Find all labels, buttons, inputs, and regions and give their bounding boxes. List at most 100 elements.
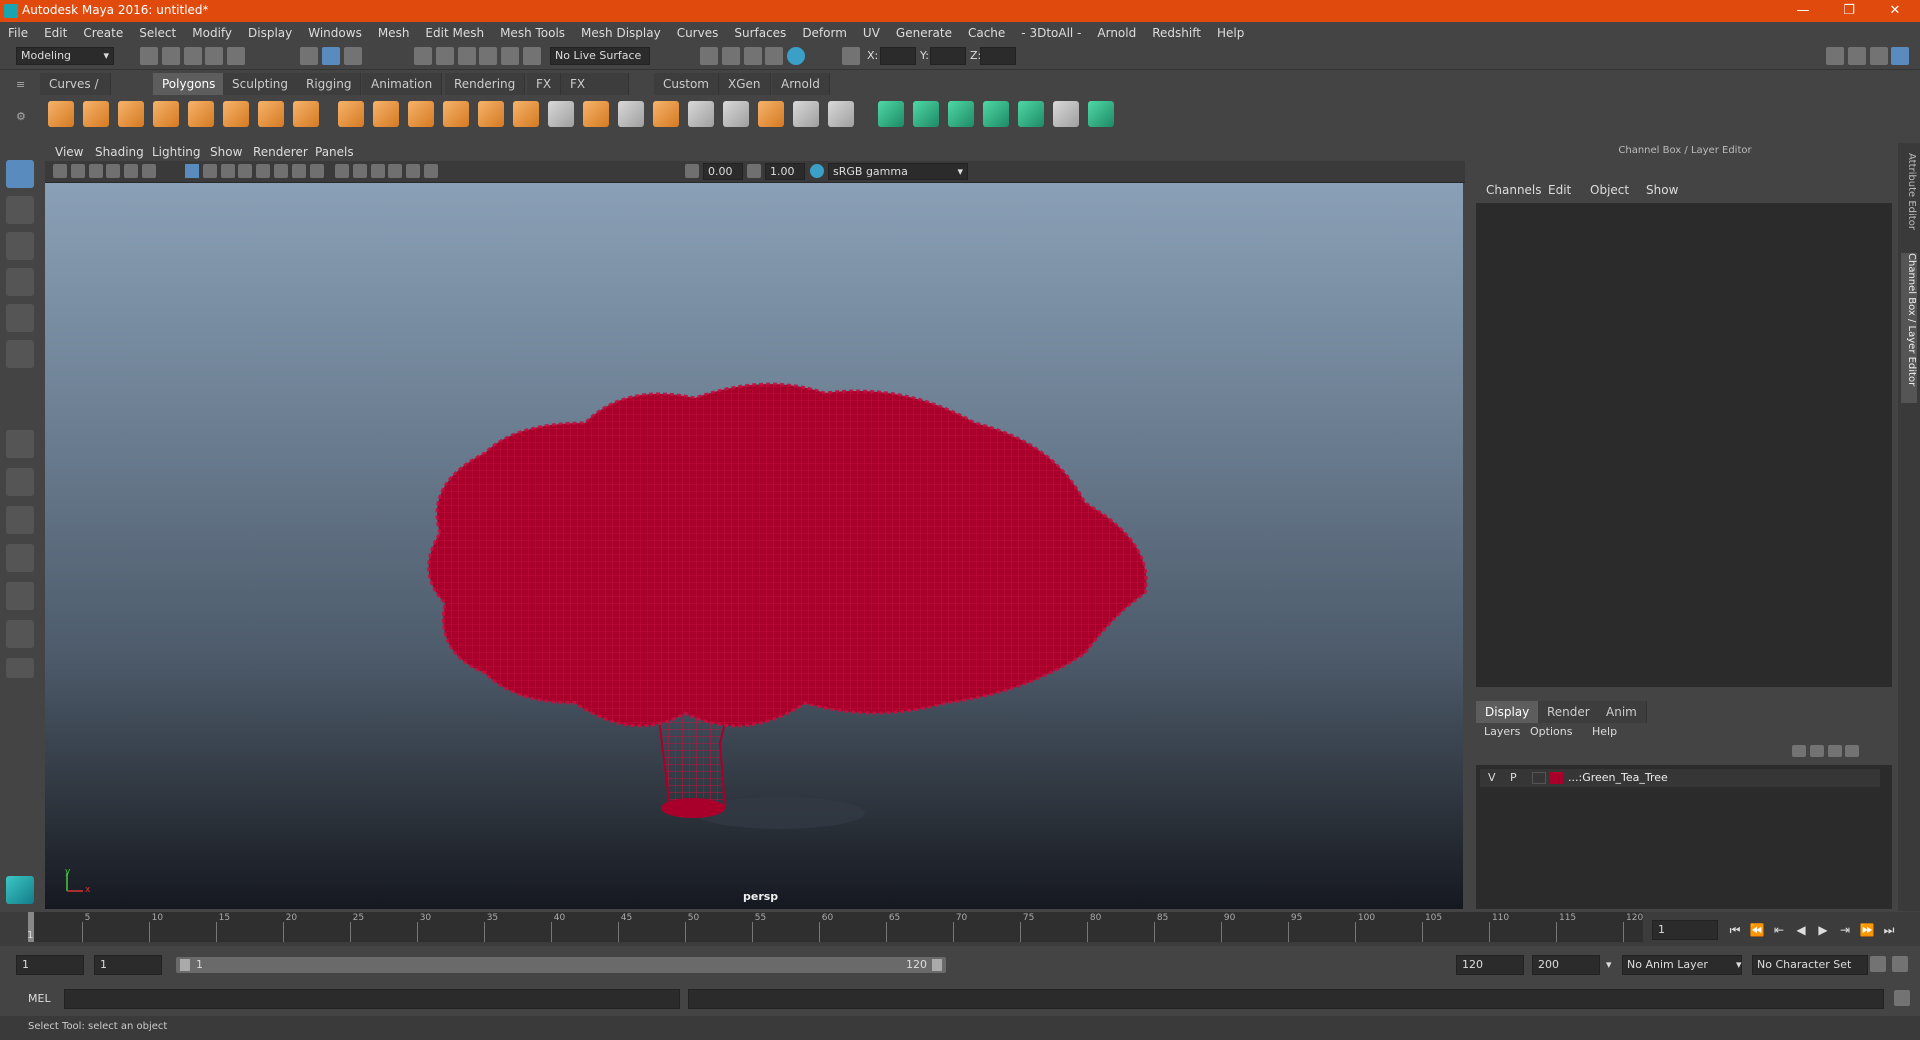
channel-list[interactable] bbox=[1476, 203, 1892, 687]
shelf-tab-curves-surfaces[interactable]: Curves / Surfaces bbox=[40, 73, 111, 113]
select-camera-icon[interactable] bbox=[388, 164, 403, 178]
undo-icon[interactable] bbox=[205, 47, 224, 65]
extract-icon[interactable] bbox=[408, 101, 434, 127]
menu-modify[interactable]: Modify bbox=[184, 22, 240, 44]
end-time-field[interactable]: 120 bbox=[1456, 955, 1524, 975]
shelf-settings-icon[interactable]: ⚙ bbox=[16, 110, 30, 124]
four-view-icon[interactable] bbox=[6, 468, 34, 496]
anim-layer-dropdown[interactable]: No Anim Layer bbox=[1622, 955, 1742, 975]
film-gate-icon[interactable] bbox=[142, 164, 157, 178]
menu-cache[interactable]: Cache bbox=[960, 22, 1013, 44]
move-layer-down-icon[interactable] bbox=[1809, 745, 1824, 757]
smooth-shade-icon[interactable] bbox=[202, 164, 217, 178]
two-view-icon[interactable] bbox=[6, 506, 34, 534]
poly-sphere-icon[interactable] bbox=[48, 101, 74, 127]
append-polygon-icon[interactable] bbox=[758, 101, 784, 127]
poly-torus-icon[interactable] bbox=[223, 101, 249, 127]
transform-mode-icon[interactable] bbox=[842, 47, 860, 65]
close-button[interactable]: ✕ bbox=[1872, 0, 1918, 22]
side-tab-channel-box[interactable]: Channel Box / Layer Editor bbox=[1901, 253, 1917, 403]
vp-menu-show[interactable]: Show bbox=[210, 145, 242, 159]
cb-menu-edit[interactable]: Edit bbox=[1548, 183, 1571, 197]
script-editor-icon[interactable] bbox=[1894, 990, 1910, 1006]
vp-menu-shading[interactable]: Shading bbox=[95, 145, 144, 159]
poly-cylinder-icon[interactable] bbox=[118, 101, 144, 127]
unfold-uv-icon[interactable] bbox=[1018, 101, 1044, 127]
command-language-label[interactable]: MEL bbox=[28, 992, 51, 1005]
range-slider[interactable]: 1 120 bbox=[176, 957, 946, 973]
gamma-field[interactable]: 1.00 bbox=[765, 163, 805, 180]
cb-menu-channels[interactable]: Channels bbox=[1486, 183, 1542, 197]
channel-box-icon[interactable] bbox=[1891, 47, 1910, 65]
x-field[interactable] bbox=[880, 47, 916, 65]
shelf-tab-animation[interactable]: Animation bbox=[362, 73, 443, 95]
menu-windows[interactable]: Windows bbox=[300, 22, 370, 44]
gamma-icon[interactable] bbox=[747, 164, 761, 178]
render-settings-icon[interactable] bbox=[743, 47, 762, 65]
viewport-persp[interactable]: persp y x bbox=[45, 183, 1463, 909]
auto-key-icon[interactable] bbox=[1870, 956, 1886, 972]
fill-hole-icon[interactable] bbox=[688, 101, 714, 127]
layer-menu-help[interactable]: Help bbox=[1592, 725, 1617, 738]
xray-icon[interactable] bbox=[335, 164, 349, 178]
merge-icon[interactable] bbox=[793, 101, 819, 127]
cb-menu-object[interactable]: Object bbox=[1590, 183, 1629, 197]
planar-uv-icon[interactable] bbox=[878, 101, 904, 127]
menu-generate[interactable]: Generate bbox=[888, 22, 960, 44]
snap-surface-icon[interactable] bbox=[501, 47, 520, 65]
menu-edit[interactable]: Edit bbox=[36, 22, 75, 44]
menu-help[interactable]: Help bbox=[1209, 22, 1252, 44]
menu-display[interactable]: Display bbox=[240, 22, 300, 44]
layer-tab-render[interactable]: Render bbox=[1538, 701, 1600, 723]
vp-menu-view[interactable]: View bbox=[55, 145, 83, 159]
layer-menu-layers[interactable]: Layers bbox=[1484, 725, 1520, 738]
modeling-toolkit-icon[interactable] bbox=[1826, 47, 1844, 65]
menu-edit-mesh[interactable]: Edit Mesh bbox=[417, 22, 492, 44]
shelf-tab-xgen[interactable]: XGen bbox=[719, 73, 771, 95]
redo-icon[interactable] bbox=[227, 47, 246, 65]
animation-prefs-icon[interactable] bbox=[1892, 956, 1908, 972]
textured-icon[interactable] bbox=[238, 164, 253, 178]
bookmark-icon[interactable] bbox=[88, 164, 103, 178]
single-view-icon[interactable] bbox=[6, 430, 34, 458]
rotate-tool-icon[interactable] bbox=[6, 304, 34, 332]
image-plane-icon[interactable] bbox=[106, 164, 121, 178]
attribute-editor-icon[interactable] bbox=[1847, 47, 1866, 65]
open-scene-icon[interactable] bbox=[161, 47, 180, 65]
menu-curves[interactable]: Curves bbox=[669, 22, 727, 44]
shelf-tab-custom[interactable]: Custom bbox=[654, 73, 719, 95]
hud-icon[interactable] bbox=[370, 164, 385, 178]
new-layer-selected-icon[interactable] bbox=[1845, 745, 1860, 757]
save-scene-icon[interactable] bbox=[183, 47, 202, 65]
play-backward-icon[interactable]: ◀ bbox=[1792, 922, 1810, 938]
range-start-handle[interactable] bbox=[180, 959, 190, 971]
extrude-icon[interactable] bbox=[583, 101, 609, 127]
colorspace-dropdown[interactable]: sRGB gamma ▾ bbox=[828, 163, 968, 180]
layer-playback-toggle[interactable]: P bbox=[1510, 771, 1517, 784]
exposure-field[interactable]: 0.00 bbox=[703, 163, 743, 180]
anim-start-field[interactable]: 1 bbox=[94, 955, 162, 975]
snap-point-icon[interactable] bbox=[457, 47, 476, 65]
shelf-tab-rendering[interactable]: Rendering bbox=[445, 73, 526, 95]
render-frame-icon[interactable] bbox=[700, 47, 718, 65]
layer-menu-options[interactable]: Options bbox=[1530, 725, 1572, 738]
exposure-icon[interactable] bbox=[685, 164, 699, 178]
chevron-down-icon[interactable]: ▾ bbox=[1606, 958, 1612, 971]
uv-checker-icon[interactable] bbox=[1053, 101, 1079, 127]
layer-tab-display[interactable]: Display bbox=[1476, 701, 1540, 723]
snap-view-icon[interactable] bbox=[479, 47, 498, 65]
z-field[interactable] bbox=[980, 47, 1016, 65]
color-management-icon[interactable] bbox=[810, 164, 824, 178]
poly-cube-icon[interactable] bbox=[83, 101, 109, 127]
lasso-tool-icon[interactable] bbox=[6, 196, 34, 224]
new-scene-icon[interactable] bbox=[140, 47, 158, 65]
menu-3dtoall[interactable]: - 3DtoAll - bbox=[1013, 22, 1089, 44]
snap-live-icon[interactable] bbox=[523, 47, 542, 65]
play-forward-icon[interactable]: ▶ bbox=[1814, 922, 1832, 938]
outliner-view-icon[interactable] bbox=[6, 544, 34, 572]
step-forward-icon[interactable]: ⏩ bbox=[1858, 922, 1876, 938]
start-time-field[interactable]: 1 bbox=[16, 955, 84, 975]
range-end-handle[interactable] bbox=[932, 959, 942, 971]
menu-mesh-display[interactable]: Mesh Display bbox=[573, 22, 669, 44]
menu-surfaces[interactable]: Surfaces bbox=[726, 22, 794, 44]
